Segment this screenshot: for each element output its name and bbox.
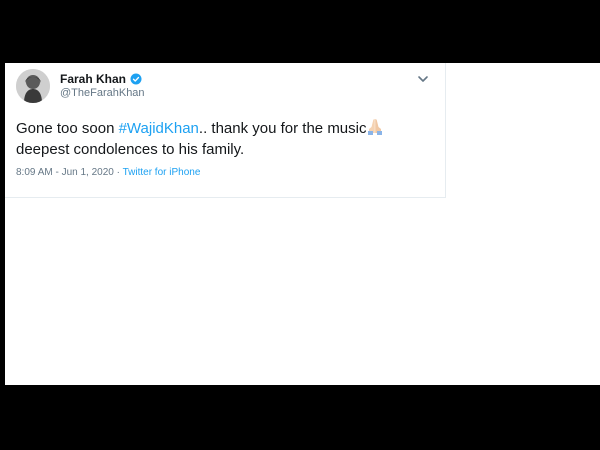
author-row: Farah Khan bbox=[60, 72, 142, 86]
tweet-meta: 8:09 AM - Jun 1, 2020 · Twitter for iPho… bbox=[16, 167, 200, 178]
tweet-text-part: .. thank you for the music bbox=[198, 120, 367, 137]
hashtag-link[interactable]: #WajidKhan bbox=[119, 120, 199, 137]
tweet-text-part: Gone too soon bbox=[16, 120, 119, 137]
meta-separator: - bbox=[52, 167, 62, 178]
verified-badge-icon bbox=[130, 73, 142, 85]
folded-hands-icon bbox=[368, 119, 383, 135]
card-border-bottom bbox=[5, 197, 446, 198]
tweet-date[interactable]: Jun 1, 2020 bbox=[62, 167, 114, 178]
tweet-text: Gone too soon #WajidKhan.. thank you for… bbox=[16, 118, 441, 160]
meta-separator: · bbox=[113, 167, 123, 178]
author-name[interactable]: Farah Khan bbox=[60, 72, 126, 86]
author-handle[interactable]: @TheFarahKhan bbox=[60, 87, 145, 99]
card-border-right bbox=[445, 63, 446, 198]
tweet-source-link[interactable]: Twitter for iPhone bbox=[123, 167, 201, 178]
tweet-time[interactable]: 8:09 AM bbox=[16, 167, 53, 178]
tweet-card: Farah Khan @TheFarahKhan Gone too soon #… bbox=[5, 63, 600, 385]
chevron-down-icon[interactable] bbox=[416, 72, 430, 86]
avatar[interactable] bbox=[16, 69, 50, 103]
avatar-photo bbox=[16, 69, 50, 103]
tweet-text-line2: deepest condolences to his family. bbox=[16, 141, 245, 158]
